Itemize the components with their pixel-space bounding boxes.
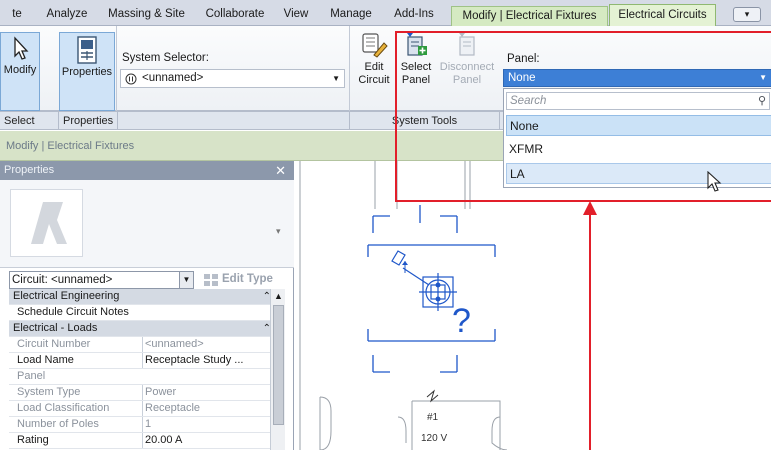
property-value: <unnamed> — [142, 337, 275, 352]
tab-manage[interactable]: Manage — [328, 4, 374, 26]
property-value: Power — [142, 385, 275, 400]
scroll-up-icon[interactable]: ▲ — [274, 291, 283, 301]
edit-type-icon — [204, 274, 218, 286]
circuit-system-icon — [125, 73, 137, 85]
properties-button[interactable]: Properties — [59, 32, 115, 111]
property-name: Panel — [17, 370, 46, 382]
tab-analyze[interactable]: Analyze — [42, 4, 92, 26]
properties-palette: Properties ✕ ▾ Circuit: <unnamed> ▼ Edit… — [0, 161, 294, 450]
tab-architecture-partial[interactable]: te — [6, 4, 28, 26]
ribbon-group-properties[interactable]: Properties — [58, 111, 117, 130]
tab-modify-electrical-fixtures[interactable]: Modify | Electrical Fixtures — [451, 6, 608, 26]
edit-type-button[interactable]: Edit Type — [222, 273, 273, 285]
tab-massing-site[interactable]: Massing & Site — [104, 4, 189, 26]
edit-circuit-icon — [362, 33, 388, 58]
chevron-down-icon[interactable]: ▾ — [276, 226, 281, 237]
category-label: Electrical Engineering — [13, 290, 120, 302]
property-row[interactable]: Rating 20.00 A — [9, 433, 277, 449]
unknown-circuit-indicator: ? — [452, 302, 471, 340]
properties-grid: Electrical Engineering ⌃ Schedule Circui… — [9, 289, 277, 449]
ribbon-group-system-selector — [117, 111, 349, 130]
property-name: Rating — [17, 434, 49, 446]
breadcrumb-text: Modify | Electrical Fixtures — [6, 140, 135, 152]
property-row[interactable]: Circuit Number <unnamed> — [9, 337, 277, 353]
ribbon-group-select[interactable]: Select — [0, 111, 58, 130]
scrollbar-thumb[interactable] — [273, 305, 284, 425]
circuit-selector-value: Circuit: <unnamed> — [12, 274, 113, 286]
properties-title-bar: Properties ✕ — [0, 161, 294, 180]
ribbon-display-menu-button[interactable]: ▾ — [733, 7, 761, 22]
ribbon-divider — [116, 26, 117, 111]
property-row[interactable]: Load Classification Receptacle — [9, 401, 277, 417]
property-value: 1 — [142, 417, 275, 432]
property-name: Load Name — [17, 354, 74, 366]
property-name: Schedule Circuit Notes — [17, 306, 129, 318]
circuit-selector-row: Circuit: <unnamed> ▼ Edit Type — [0, 269, 294, 291]
drawing-canvas[interactable]: ? #1 120 V — [295, 161, 771, 450]
tab-collaborate[interactable]: Collaborate — [201, 4, 269, 26]
property-name: Load Classification — [17, 402, 110, 414]
property-value[interactable]: 20.00 A — [142, 433, 275, 448]
modify-button[interactable]: Modify — [0, 32, 40, 111]
system-selector-dropdown[interactable]: <unnamed> ▼ — [120, 69, 345, 88]
property-row[interactable]: Schedule Circuit Notes — [9, 305, 277, 321]
category-label: Electrical - Loads — [13, 322, 98, 334]
property-row[interactable]: System Type Power — [9, 385, 277, 401]
ribbon-divider — [349, 26, 350, 111]
modify-button-label: Modify — [3, 64, 37, 76]
circuit-tag-number: #1 — [427, 412, 439, 423]
properties-icon — [77, 36, 97, 64]
type-preview-image — [10, 189, 83, 257]
chevron-down-icon: ▼ — [179, 272, 193, 288]
property-name: Number of Poles — [17, 418, 99, 430]
chevron-down-icon: ▼ — [332, 74, 340, 83]
floor-plan-drawing: ? #1 120 V — [299, 161, 597, 450]
properties-scrollbar[interactable]: ▲ — [270, 289, 285, 450]
property-row[interactable]: Panel — [9, 369, 277, 385]
edit-circuit-label-2: Circuit — [358, 74, 390, 86]
property-name: System Type — [17, 386, 81, 398]
ribbon-display-icon: ▾ — [744, 9, 750, 19]
system-selector-value: <unnamed> — [142, 72, 204, 84]
properties-button-label: Properties — [61, 66, 113, 78]
property-name: Circuit Number — [17, 338, 91, 350]
annotation-highlight-box — [395, 31, 771, 202]
ribbon-tab-strip: te Analyze Massing & Site Collaborate Vi… — [0, 0, 771, 27]
circuit-tag-voltage: 120 V — [421, 433, 447, 444]
category-electrical-engineering[interactable]: Electrical Engineering ⌃ — [9, 289, 277, 305]
property-row[interactable]: Number of Poles 1 — [9, 417, 277, 433]
property-row[interactable]: Load Name Receptacle Study ... — [9, 353, 277, 369]
category-electrical-loads[interactable]: Electrical - Loads ⌃ — [9, 321, 277, 337]
property-value: Receptacle — [142, 401, 275, 416]
property-value[interactable]: Receptacle Study ... — [142, 353, 275, 368]
cursor-arrow-icon — [14, 36, 29, 60]
tab-electrical-circuits[interactable]: Electrical Circuits — [609, 4, 716, 27]
close-icon[interactable]: ✕ — [275, 161, 286, 180]
circuit-selector-dropdown[interactable]: Circuit: <unnamed> ▼ — [9, 271, 194, 289]
system-selector-label: System Selector: — [122, 52, 209, 64]
edit-circuit-label-1: Edit — [364, 61, 384, 73]
properties-title: Properties — [4, 164, 55, 176]
edit-circuit-button[interactable]: Edit Circuit — [353, 28, 395, 96]
type-selector[interactable]: ▾ — [0, 180, 294, 268]
tab-view[interactable]: View — [281, 4, 311, 26]
tab-add-ins[interactable]: Add-Ins — [392, 4, 436, 26]
revit-family-icon — [31, 202, 67, 244]
